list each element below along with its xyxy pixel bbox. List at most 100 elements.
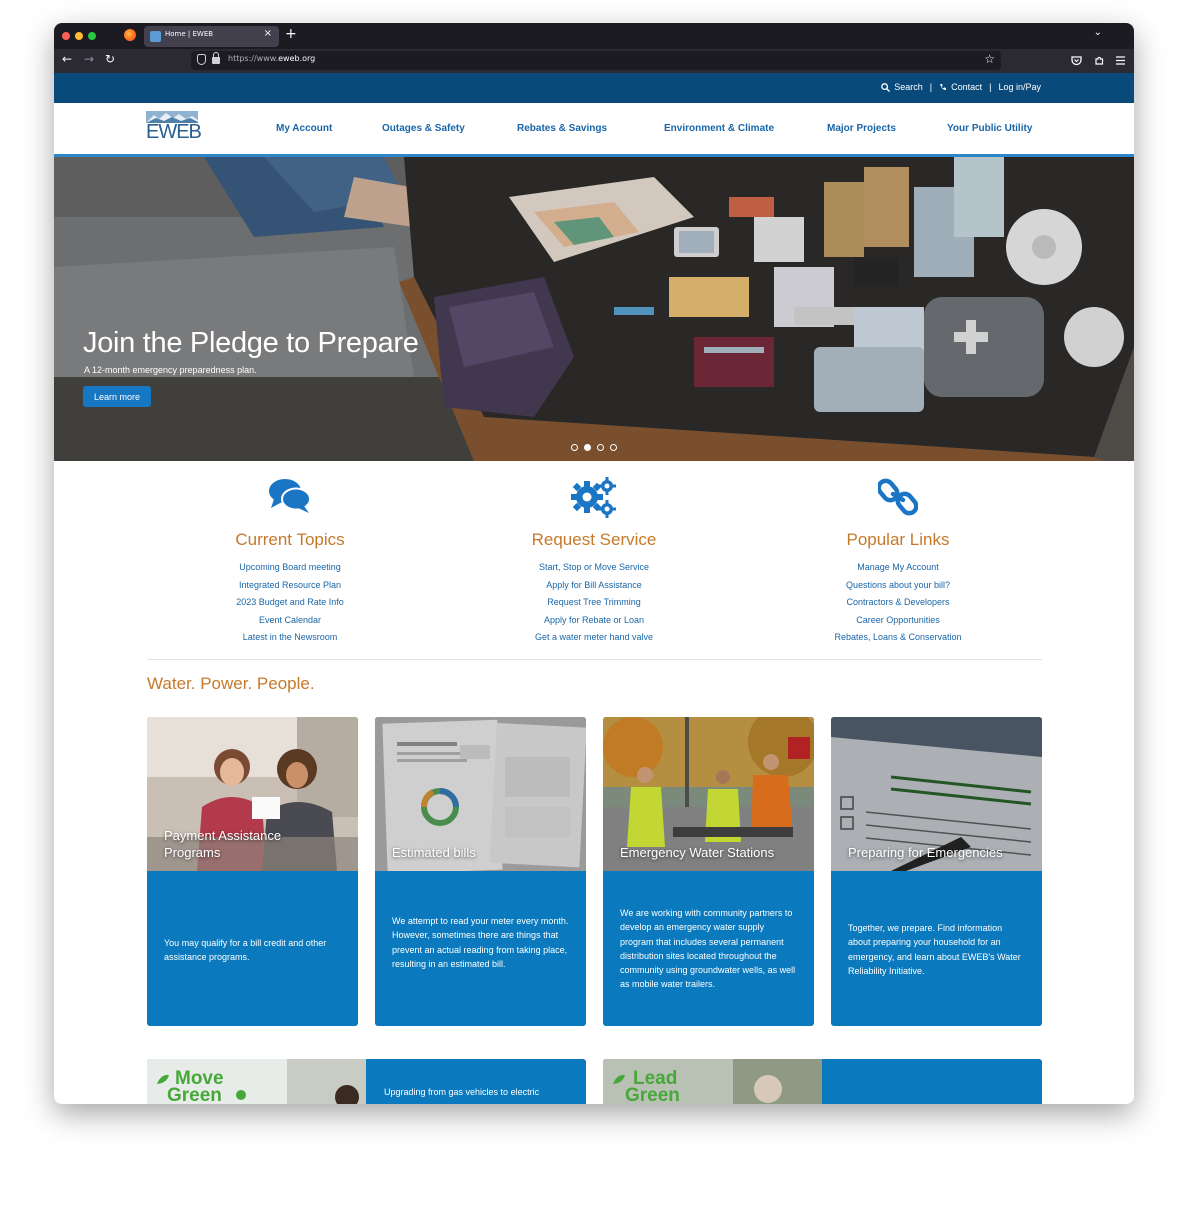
card-title: Payment Assistance Programs [164, 827, 281, 861]
firefox-icon [124, 29, 136, 41]
tab-title: Home | EWEB [165, 30, 214, 38]
new-tab-button[interactable]: + [285, 26, 297, 42]
current-topics-column: Current Topics Upcoming Board meeting In… [180, 477, 400, 647]
reload-button[interactable]: ↻ [105, 52, 115, 66]
list-tabs-button[interactable]: ⌄ [1094, 27, 1102, 38]
card-title: Estimated bills [392, 845, 476, 860]
tracking-shield-icon[interactable] [197, 54, 206, 65]
forward-button[interactable]: → [84, 52, 94, 66]
hero-image [54, 157, 1134, 461]
zoom-window-button[interactable] [88, 32, 96, 40]
nav-major-projects[interactable]: Major Projects [827, 123, 896, 134]
url-text: https://www.eweb.org [228, 54, 315, 63]
popular-links-column: Popular Links Manage My Account Question… [788, 477, 1008, 647]
lock-icon[interactable] [212, 52, 220, 64]
link-integrated-resource-plan[interactable]: Integrated Resource Plan [180, 577, 400, 595]
utility-bar: Search | Contact | Log in/Pay [54, 73, 1134, 103]
url-prefix: https://www. [228, 54, 279, 63]
link-upcoming-board-meeting[interactable]: Upcoming Board meeting [180, 559, 400, 577]
hero-subtitle: A 12-month emergency preparedness plan. [84, 365, 257, 375]
section-divider [147, 659, 1042, 660]
card-description: We attempt to read your meter every mont… [392, 916, 569, 969]
nav-my-account[interactable]: My Account [276, 123, 332, 134]
promo-lead-green[interactable]: Lead Green [603, 1059, 1042, 1104]
browser-toolbar: ← → ↻ https://www.eweb.org ☆ [54, 49, 1134, 73]
link-water-meter-valve[interactable]: Get a water meter hand valve [484, 629, 704, 647]
card-emergency-water-stations[interactable]: Emergency Water Stations We are working … [603, 717, 814, 1026]
carousel-dot-3[interactable] [597, 444, 604, 451]
phone-icon [940, 84, 947, 91]
learn-more-button[interactable]: Learn more [83, 386, 151, 407]
close-window-button[interactable] [62, 32, 70, 40]
link-start-stop-move[interactable]: Start, Stop or Move Service [484, 559, 704, 577]
carousel-dot-1[interactable] [571, 444, 578, 451]
tab-bar: Home | EWEB × + ⌄ [54, 23, 1134, 49]
request-service-title: Request Service [531, 530, 657, 549]
logo-text: EWEB [146, 121, 202, 143]
link-budget-rate-info[interactable]: 2023 Budget and Rate Info [180, 594, 400, 612]
login-link[interactable]: Log in/Pay [998, 82, 1041, 92]
nav-outages-safety[interactable]: Outages & Safety [382, 123, 465, 134]
card-title: Preparing for Emergencies [848, 845, 1003, 860]
card-title-line2: Programs [164, 845, 221, 860]
link-bill-assistance[interactable]: Apply for Bill Assistance [484, 577, 704, 595]
tab-home[interactable]: Home | EWEB × [144, 26, 279, 47]
nav-rebates-savings[interactable]: Rebates & Savings [517, 123, 607, 134]
separator: | [929, 82, 933, 92]
card-description: Together, we prepare. Find information a… [848, 923, 1021, 976]
chain-link-icon [878, 478, 918, 516]
nav-your-public-utility[interactable]: Your Public Utility [947, 123, 1032, 134]
extensions-icon[interactable] [1094, 55, 1105, 66]
separator: | [989, 82, 992, 92]
bookmark-star-icon[interactable]: ☆ [984, 52, 995, 66]
hero-title: Join the Pledge to Prepare [83, 327, 419, 359]
card-title: Emergency Water Stations [620, 845, 775, 860]
card-estimated-bills[interactable]: Estimated bills We attempt to read your … [375, 717, 586, 1026]
search-link[interactable]: Search [881, 82, 923, 92]
move-logo-word2: Green [167, 1085, 222, 1104]
link-tree-trimming[interactable]: Request Tree Trimming [484, 594, 704, 612]
search-label: Search [894, 82, 923, 92]
carousel-indicators [571, 444, 617, 451]
card-title-line1: Payment Assistance [164, 828, 282, 843]
promo-text: Upgrading from gas vehicles to electric [384, 1087, 540, 1097]
link-career-opportunities[interactable]: Career Opportunities [788, 612, 1008, 630]
card-description: We are working with community partners t… [620, 908, 796, 990]
site-header: EWEB My Account Outages & Safety Rebates… [54, 103, 1134, 157]
current-topics-title: Current Topics [235, 530, 345, 549]
gears-icon [571, 477, 616, 518]
hero-carousel: Join the Pledge to Prepare A 12-month em… [54, 157, 1134, 461]
browser-window: Home | EWEB × + ⌄ ← → ↻ https://www.eweb… [54, 23, 1134, 1104]
card-description: You may qualify for a bill credit and ot… [164, 938, 327, 963]
url-bar[interactable]: https://www.eweb.org ☆ [191, 51, 1001, 70]
link-manage-account[interactable]: Manage My Account [788, 559, 1008, 577]
link-rebates-loans-conservation[interactable]: Rebates, Loans & Conservation [788, 629, 1008, 647]
eweb-favicon-icon [150, 31, 161, 42]
contact-link[interactable]: Contact [939, 82, 982, 92]
link-event-calendar[interactable]: Event Calendar [180, 612, 400, 630]
eweb-logo[interactable]: EWEB [146, 111, 202, 146]
lead-green-image: Lead Green [603, 1059, 822, 1104]
link-rebate-loan[interactable]: Apply for Rebate or Loan [484, 612, 704, 630]
carousel-dot-4[interactable] [610, 444, 617, 451]
request-service-column: Request Service Start, Stop or Move Serv… [484, 477, 704, 647]
contact-label: Contact [951, 82, 983, 92]
card-payment-assistance[interactable]: Payment Assistance Programs You may quali… [147, 717, 358, 1026]
link-contractors-developers[interactable]: Contractors & Developers [788, 594, 1008, 612]
utility-links: Search | Contact | Log in/Pay [881, 82, 1041, 92]
back-button[interactable]: ← [62, 52, 72, 66]
carousel-dot-2[interactable] [584, 444, 591, 451]
popular-links-title: Popular Links [846, 530, 950, 549]
promo-move-green[interactable]: Move Green Upgrading from gas vehicles t… [147, 1059, 586, 1104]
pocket-icon[interactable] [1071, 55, 1082, 66]
tab-close-icon[interactable]: × [264, 28, 272, 39]
link-newsroom[interactable]: Latest in the Newsroom [180, 629, 400, 647]
link-bill-questions[interactable]: Questions about your bill? [788, 577, 1008, 595]
chat-bubbles-icon [269, 479, 311, 513]
menu-icon[interactable] [1116, 56, 1125, 65]
lead-logo-word2: Green [625, 1085, 680, 1104]
search-icon [881, 82, 891, 92]
card-preparing-for-emergencies[interactable]: Preparing for Emergencies Together, we p… [831, 717, 1042, 1026]
nav-environment-climate[interactable]: Environment & Climate [664, 123, 774, 134]
minimize-window-button[interactable] [75, 32, 83, 40]
